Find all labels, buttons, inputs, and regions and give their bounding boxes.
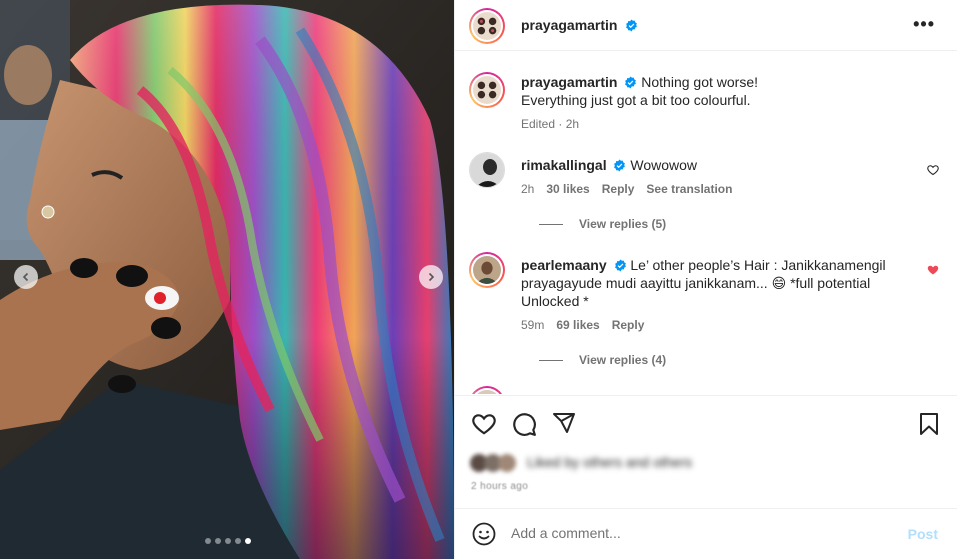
comment-likes[interactable]: 30 likes xyxy=(546,182,589,196)
caption-text: prayagamartin Nothing got worse! Everyth… xyxy=(521,73,758,109)
avatar-image xyxy=(473,76,501,104)
comment-body-line-1: Le’ other people’s Hair : Janikkanamengi… xyxy=(630,257,886,273)
caption-line-2: Everything just got a bit too colourful. xyxy=(521,92,751,108)
comment-body: Wowowow xyxy=(630,157,698,173)
emoji-icon[interactable] xyxy=(472,522,496,546)
bookmark-icon[interactable] xyxy=(917,411,941,437)
view-replies-label: View replies (4) xyxy=(579,353,667,367)
commenter-avatar[interactable] xyxy=(469,152,505,188)
comment-meta: 2h 30 likes Reply See translation xyxy=(521,182,744,196)
carousel-indicator xyxy=(205,538,251,544)
avatar-image xyxy=(473,12,501,40)
view-replies-button[interactable]: View replies (5) xyxy=(539,217,666,231)
view-replies-label: View replies (5) xyxy=(579,217,667,231)
post-side-panel: prayagamartin ••• prayagamartin Nothing … xyxy=(454,0,957,559)
like-comment-heart-icon[interactable] xyxy=(927,164,939,176)
liked-comment-heart-icon[interactable] xyxy=(927,264,939,276)
reply-button[interactable]: Reply xyxy=(602,182,635,196)
comment-time: 2h xyxy=(521,182,535,196)
caption-line-1: Nothing got worse! xyxy=(641,74,758,90)
caption-meta: Edited · 2h xyxy=(521,117,580,131)
carousel-next-button[interactable] xyxy=(419,265,443,289)
verified-badge-icon xyxy=(626,19,637,32)
comment-time: 59m xyxy=(521,318,545,332)
comment-text: rimakallingal Wowowow xyxy=(521,156,697,174)
commenter-avatar[interactable] xyxy=(469,386,505,394)
avatar-image xyxy=(473,390,501,394)
comment-icon[interactable] xyxy=(511,411,537,437)
carousel-dot xyxy=(215,538,221,544)
post-comment-button[interactable]: Post xyxy=(908,526,938,542)
comment-input[interactable] xyxy=(511,525,891,541)
reply-button[interactable]: Reply xyxy=(612,318,645,332)
verified-badge-icon xyxy=(625,76,637,89)
caption-username[interactable]: prayagamartin xyxy=(521,74,617,90)
carousel-dot xyxy=(225,538,231,544)
post-caption: prayagamartin Nothing got worse! Everyth… xyxy=(469,72,939,142)
comment-username[interactable]: rimakallingal xyxy=(521,157,607,173)
comment-meta: 59m 69 likes Reply xyxy=(521,318,656,332)
add-comment-bar: Post xyxy=(455,508,957,559)
comment-username[interactable]: pearlemaany xyxy=(521,257,607,273)
see-translation-link[interactable]: See translation xyxy=(646,182,732,196)
post-actions xyxy=(455,395,957,451)
reply-line xyxy=(539,359,563,361)
caption-avatar[interactable] xyxy=(469,72,505,108)
carousel-dot xyxy=(245,538,251,544)
post-header: prayagamartin ••• xyxy=(455,0,957,51)
comment-body-line-3: Unlocked * xyxy=(521,293,589,309)
author-name-row: prayagamartin xyxy=(521,17,638,35)
liker-avatars xyxy=(470,454,516,472)
post-media[interactable] xyxy=(0,0,454,559)
post-time: 2 hours ago xyxy=(471,481,529,492)
author-username[interactable]: prayagamartin xyxy=(521,17,617,33)
comment-text: pearlemaany Le’ other people’s Hair : Ja… xyxy=(521,256,886,310)
verified-badge-icon xyxy=(614,259,626,272)
carousel-prev-button[interactable] xyxy=(14,265,38,289)
comment-item: pearlemaany Le’ other people’s Hair : Ja… xyxy=(469,252,939,382)
post-photo xyxy=(0,0,454,559)
reply-line xyxy=(539,223,563,225)
likes-summary-text: Liked by others and others xyxy=(527,454,692,470)
avatar-image xyxy=(470,153,504,187)
heart-icon[interactable] xyxy=(471,411,497,437)
comments-list[interactable]: prayagamartin Nothing got worse! Everyth… xyxy=(455,52,957,394)
comment-item: rimakallingal Wowowow 2h 30 likes Reply See… xyxy=(469,152,939,242)
more-options-icon[interactable]: ••• xyxy=(913,14,935,35)
carousel-dot xyxy=(205,538,211,544)
avatar-image xyxy=(473,256,501,284)
carousel-dot xyxy=(235,538,241,544)
commenter-avatar[interactable] xyxy=(469,252,505,288)
chevron-left-icon xyxy=(22,272,29,282)
verified-badge-icon xyxy=(614,159,626,172)
comment-likes[interactable]: 69 likes xyxy=(556,318,599,332)
comment-body-line-2: prayagayude mudi aayittu janikkanam... 😄… xyxy=(521,275,871,291)
share-icon[interactable] xyxy=(552,411,576,435)
author-avatar[interactable] xyxy=(469,8,505,44)
view-replies-button[interactable]: View replies (4) xyxy=(539,353,666,367)
chevron-right-icon xyxy=(428,272,435,282)
